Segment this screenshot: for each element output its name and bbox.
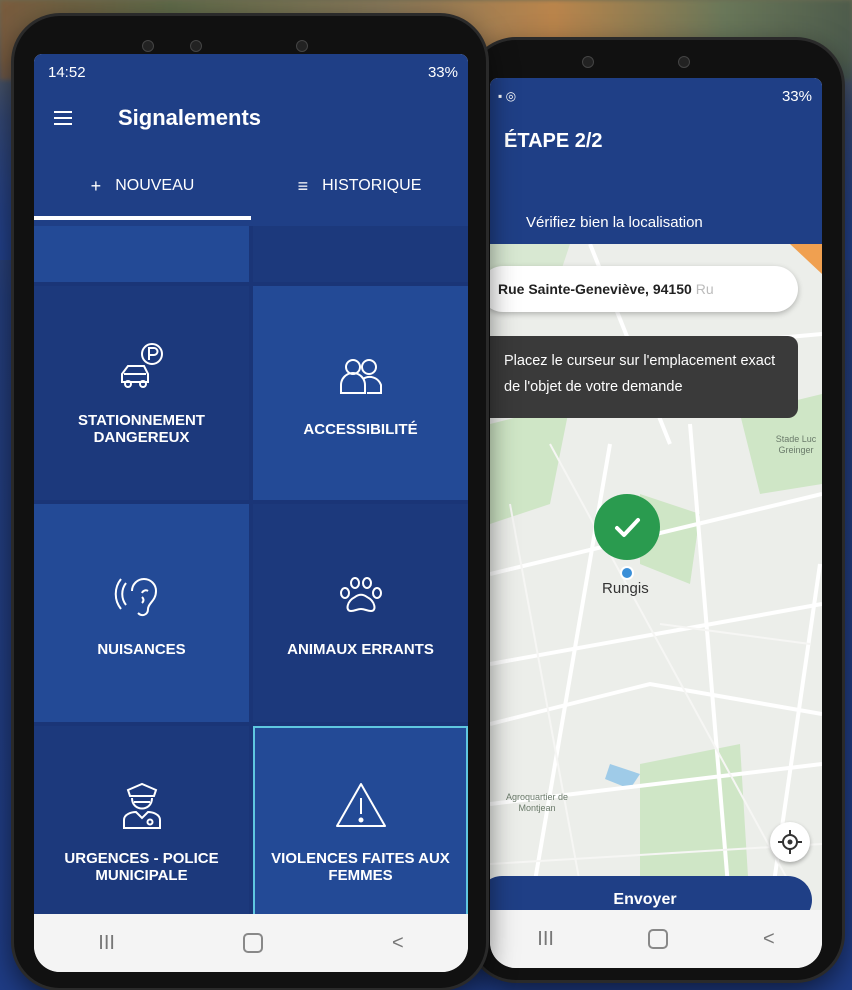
current-position-dot	[620, 566, 634, 580]
screen-reports: 14:52 33% Signalements + NOUVEAU ≡ HISTO…	[34, 54, 468, 972]
status-bar: 14:52 33%	[34, 54, 468, 90]
police-officer-icon	[122, 782, 161, 829]
tile-label: VIOLENCES FAITES AUX FEMMES	[271, 850, 450, 884]
tile-label: STATIONNEMENT DANGEREUX	[78, 412, 205, 446]
tile-label: ANIMAUX ERRANTS	[287, 640, 434, 658]
tile-stationnement[interactable]: STATIONNEMENT DANGEREUX	[34, 286, 249, 500]
location-hint: Vérifiez bien la localisation	[526, 214, 703, 231]
poi-agroquartier: Agroquartier de Montjean	[505, 792, 569, 813]
crosshair-icon	[778, 830, 802, 854]
status-bar: ▪ ◎ 33%	[490, 78, 822, 114]
list-icon: ≡	[297, 175, 309, 196]
map-view[interactable]: Rue Sainte-Geneviève, 94150 Ru Placez le…	[490, 244, 822, 924]
back-button[interactable]: <	[392, 932, 404, 955]
app-bar: Signalements	[34, 90, 468, 146]
ear-icon	[114, 577, 157, 616]
status-icons-left: ▪ ◎	[498, 89, 517, 103]
recents-button[interactable]: III	[537, 928, 554, 951]
battery-label: 33%	[781, 87, 812, 105]
locate-me-button[interactable]	[770, 822, 810, 862]
people-icon	[339, 358, 382, 394]
step-title: ÉTAPE 2/2	[504, 130, 603, 152]
status-time: 14:52	[48, 63, 86, 81]
category-grid: STATIONNEMENT DANGEREUX ACCESSIBILITÉ NU…	[34, 226, 468, 936]
back-button[interactable]: <	[763, 928, 775, 951]
address-field[interactable]: Rue Sainte-Geneviève, 94150 Ru	[490, 266, 798, 312]
sensor-dot	[296, 40, 308, 52]
recents-button[interactable]: III	[98, 932, 115, 955]
poi-stade: Stade Luc Greinger	[775, 434, 817, 455]
tile-urgences[interactable]: URGENCES - POLICE MUNICIPALE	[34, 726, 249, 936]
tab-nouveau[interactable]: + NOUVEAU	[34, 146, 251, 226]
home-button[interactable]	[648, 929, 669, 949]
battery-label: 33%	[427, 63, 458, 81]
tab-label: NOUVEAU	[115, 177, 195, 194]
tile-nuisances[interactable]: NUISANCES	[34, 504, 249, 722]
town-label: Rungis	[602, 580, 649, 597]
tile-partial[interactable]	[253, 226, 468, 282]
sensor-dot	[678, 56, 690, 68]
sensor-dot	[190, 40, 202, 52]
phone-left: 14:52 33% Signalements + NOUVEAU ≡ HISTO…	[14, 16, 486, 988]
plus-icon: +	[90, 175, 102, 196]
address-overflow: Ru	[695, 281, 714, 297]
warning-icon	[335, 783, 386, 827]
screen-location: ▪ ◎ 33% ÉTAPE 2/2 Vérifiez bien la local…	[490, 78, 822, 968]
tile-label: URGENCES - POLICE MUNICIPALE	[64, 850, 219, 884]
tab-historique[interactable]: ≡ HISTORIQUE	[251, 146, 468, 226]
paw-icon	[339, 576, 382, 612]
check-icon	[615, 518, 640, 537]
page-title: Signalements	[118, 105, 262, 130]
camera-dot	[582, 56, 594, 68]
tab-bar: + NOUVEAU ≡ HISTORIQUE	[34, 146, 468, 226]
tile-violences[interactable]: VIOLENCES FAITES AUX FEMMES	[253, 726, 468, 936]
tile-label: ACCESSIBILITÉ	[303, 420, 418, 438]
tile-accessibilite[interactable]: ACCESSIBILITÉ	[253, 286, 468, 500]
step-header: ÉTAPE 2/2 Vérifiez bien la localisation	[490, 114, 822, 244]
tab-label: HISTORIQUE	[322, 177, 422, 194]
tile-partial[interactable]	[34, 226, 249, 282]
location-pin[interactable]	[594, 494, 660, 560]
instruction-tooltip: Placez le curseur sur l'emplacement exac…	[490, 336, 798, 418]
system-navbar: III <	[490, 910, 822, 968]
car-parking-icon	[120, 343, 163, 388]
address-text: Rue Sainte-Geneviève, 94150	[498, 281, 692, 297]
camera-dot	[142, 40, 154, 52]
phone-right: ▪ ◎ 33% ÉTAPE 2/2 Vérifiez bien la local…	[470, 40, 842, 980]
home-button[interactable]	[243, 933, 264, 953]
menu-icon[interactable]	[54, 111, 72, 125]
tile-animaux[interactable]: ANIMAUX ERRANTS	[253, 504, 468, 722]
system-navbar: III <	[34, 914, 468, 972]
tile-label: NUISANCES	[97, 640, 186, 658]
